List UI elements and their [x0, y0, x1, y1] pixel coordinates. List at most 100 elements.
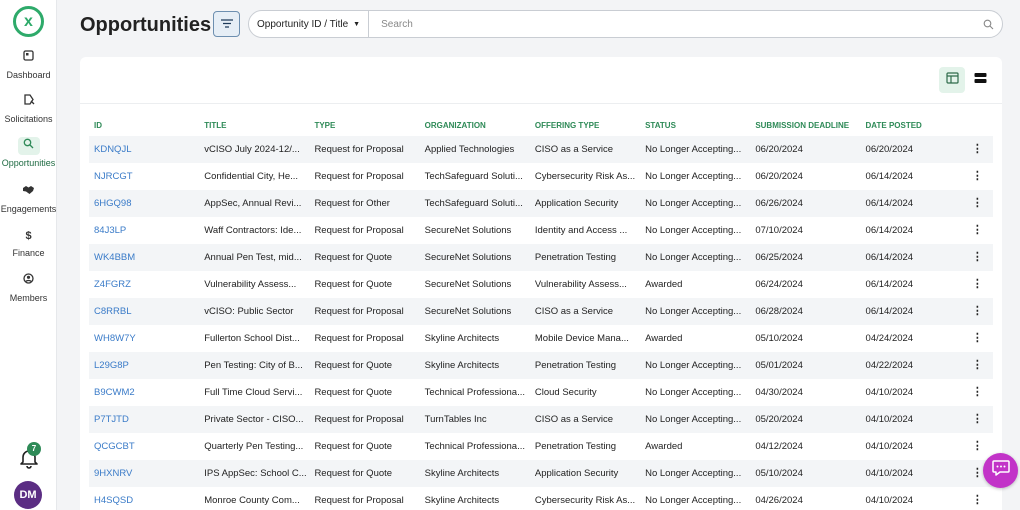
kebab-menu-icon[interactable]: ⋮ — [970, 279, 984, 290]
column-header[interactable]: ID — [89, 115, 199, 136]
cell-status: Awarded — [645, 279, 683, 290]
app-logo[interactable]: x — [13, 6, 44, 37]
cell-id[interactable]: WH8W7Y — [89, 325, 199, 352]
cell-type: Request for Proposal — [309, 406, 420, 433]
kebab-menu-icon[interactable]: ⋮ — [970, 495, 984, 506]
cell-id[interactable]: KDNQJL — [89, 136, 200, 163]
column-header[interactable]: TYPE — [309, 115, 419, 136]
chat-button[interactable] — [983, 453, 1018, 488]
kebab-menu-icon[interactable]: ⋮ — [970, 306, 984, 317]
cell-submission-deadline: 04/26/2024 — [755, 495, 803, 506]
cell-date-posted: 06/14/2024 — [865, 225, 914, 236]
cell-id[interactable]: B9CWM2 — [89, 379, 199, 406]
table-row[interactable]: Z4FGRZ Vulnerability Assess... Request for… — [89, 271, 993, 298]
cell-date-posted: 04/22/2024 — [860, 352, 962, 379]
table-row[interactable]: L29G8P Pen Testing: City of B... Request f… — [89, 352, 993, 379]
kebab-menu-icon[interactable]: ⋮ — [970, 441, 984, 452]
cell-submission-deadline: 06/20/2024 — [750, 136, 861, 163]
kebab-menu-icon[interactable]: ⋮ — [970, 252, 984, 263]
cell-title: Pen Testing: City of B... — [199, 352, 310, 379]
cell-organization: TechSafeguard Soluti... — [419, 190, 530, 217]
row-actions-cell: ⋮ — [962, 487, 993, 510]
cell-id[interactable]: 6HGQ98 — [89, 190, 200, 217]
cell-id[interactable]: H4SQSD — [89, 487, 199, 510]
sidebar-item-members[interactable]: Members — [0, 272, 57, 303]
table-row[interactable]: WK4BBM Annual Pen Test, mid... Request for… — [89, 244, 993, 271]
cell-offering-type: Penetration Testing — [534, 441, 617, 452]
sidebar-item-opportunities[interactable]: Opportunities — [0, 137, 57, 168]
table-row[interactable]: C8RRBL vCISO: Public Sector Request for Pr… — [89, 298, 993, 325]
table-row[interactable]: H4SQSD Monroe County Com... Request for Pr… — [89, 487, 993, 510]
sidebar-item-finance[interactable]: $ Finance — [0, 227, 57, 258]
cell-submission-deadline: 06/20/2024 — [755, 171, 803, 182]
cell-offering-type: Mobile Device Mana... — [534, 333, 629, 344]
cell-id[interactable]: L29G8P — [89, 352, 200, 379]
table-row[interactable]: B9CWM2 Full Time Cloud Servi... Request fo… — [89, 379, 993, 406]
cell-id[interactable]: NJRCGT — [89, 163, 199, 190]
row-actions-cell: ⋮ — [962, 433, 993, 460]
sidebar-item-dashboard[interactable]: Dashboard — [0, 49, 57, 80]
cell-offering-type: Cybersecurity Risk As... — [534, 171, 636, 182]
avatar[interactable]: DM — [14, 481, 42, 509]
table-view-button[interactable] — [939, 67, 965, 93]
notification-badge: 7 — [27, 442, 41, 456]
cell-organization: TurnTables Inc — [419, 406, 530, 433]
table-row[interactable]: NJRCGT Confidential City, He... Request fo… — [89, 163, 993, 190]
cell-id[interactable]: C8RRBL — [89, 298, 200, 325]
cell-title: vCISO July 2024-12/... — [199, 136, 310, 163]
column-header[interactable]: DATE POSTED — [861, 115, 962, 136]
cell-organization: Skyline Architects — [419, 460, 530, 487]
cell-date-posted: 04/24/2024 — [865, 333, 914, 344]
column-header[interactable]: OFFERING TYPE — [530, 115, 640, 136]
table-row[interactable]: 84J3LP Waff Contractors: Ide... Request fo… — [89, 217, 993, 244]
search-input[interactable] — [369, 18, 974, 30]
kebab-menu-icon[interactable]: ⋮ — [970, 171, 984, 182]
sidebar-item-label: Opportunities — [1, 158, 56, 168]
kebab-menu-icon[interactable]: ⋮ — [970, 225, 984, 236]
table-row[interactable]: 9HXNRV IPS AppSec: School C... Request for… — [89, 460, 993, 487]
table-row[interactable]: P7TJTD Private Sector - CISO... Request fo… — [89, 406, 993, 433]
cell-submission-deadline: 05/20/2024 — [750, 406, 861, 433]
cell-id[interactable]: Z4FGRZ — [89, 271, 199, 298]
cell-type: Request for Proposal — [314, 171, 404, 182]
cell-submission-deadline: 04/30/2024 — [755, 387, 803, 398]
table-row[interactable]: QCGCBT Quarterly Pen Testing... Request fo… — [89, 433, 993, 460]
cell-submission-deadline: 06/24/2024 — [755, 279, 803, 290]
cell-offering-type: Identity and Access ... — [534, 225, 628, 236]
card-view-button[interactable] — [967, 67, 993, 93]
cell-offering-type: Application Security — [529, 460, 641, 487]
cell-submission-deadline: 06/28/2024 — [750, 298, 861, 325]
kebab-menu-icon[interactable]: ⋮ — [970, 198, 984, 209]
search-icon[interactable] — [974, 19, 1002, 30]
cell-id[interactable]: QCGCBT — [89, 433, 199, 460]
cell-id[interactable]: 84J3LP — [89, 217, 199, 244]
filter-icon — [220, 15, 233, 33]
filter-button[interactable] — [213, 11, 240, 37]
cell-type: Request for Proposal — [314, 495, 404, 506]
table-row[interactable]: KDNQJL vCISO July 2024-12/... Request for … — [89, 136, 993, 163]
table-row[interactable]: 6HGQ98 AppSec, Annual Revi... Request for … — [89, 190, 993, 217]
table-row[interactable]: WH8W7Y Fullerton School Dist... Request fo… — [89, 325, 993, 352]
sidebar-item-engagements[interactable]: Engagements — [0, 183, 57, 214]
cell-id[interactable]: 9HXNRV — [89, 460, 200, 487]
cell-title: Confidential City, He... — [204, 171, 299, 182]
page-title: Opportunities — [80, 14, 212, 36]
kebab-menu-icon[interactable]: ⋮ — [970, 144, 984, 155]
kebab-menu-icon[interactable]: ⋮ — [970, 360, 984, 371]
column-header[interactable]: TITLE — [199, 115, 309, 136]
sidebar-item-solicitations[interactable]: Solicitations — [0, 93, 57, 124]
column-header[interactable]: SUBMISSION DEADLINE — [750, 115, 860, 136]
cell-id[interactable]: P7TJTD — [89, 406, 200, 433]
cell-id[interactable]: WK4BBM — [89, 244, 200, 271]
kebab-menu-icon[interactable]: ⋮ — [970, 387, 984, 398]
search-field-select[interactable]: Opportunity ID / Title ▼ — [249, 11, 370, 37]
cell-type: Request for Quote — [314, 279, 393, 290]
column-header[interactable]: STATUS — [640, 115, 750, 136]
kebab-menu-icon[interactable]: ⋮ — [970, 414, 984, 425]
cell-status: No Longer Accepting... — [640, 136, 751, 163]
cell-offering-type: Vulnerability Assess... — [534, 279, 627, 290]
column-header[interactable]: ORGANIZATION — [420, 115, 530, 136]
cell-organization: SecureNet Solutions — [424, 225, 512, 236]
cell-type: Request for Proposal — [309, 136, 420, 163]
kebab-menu-icon[interactable]: ⋮ — [970, 333, 984, 344]
